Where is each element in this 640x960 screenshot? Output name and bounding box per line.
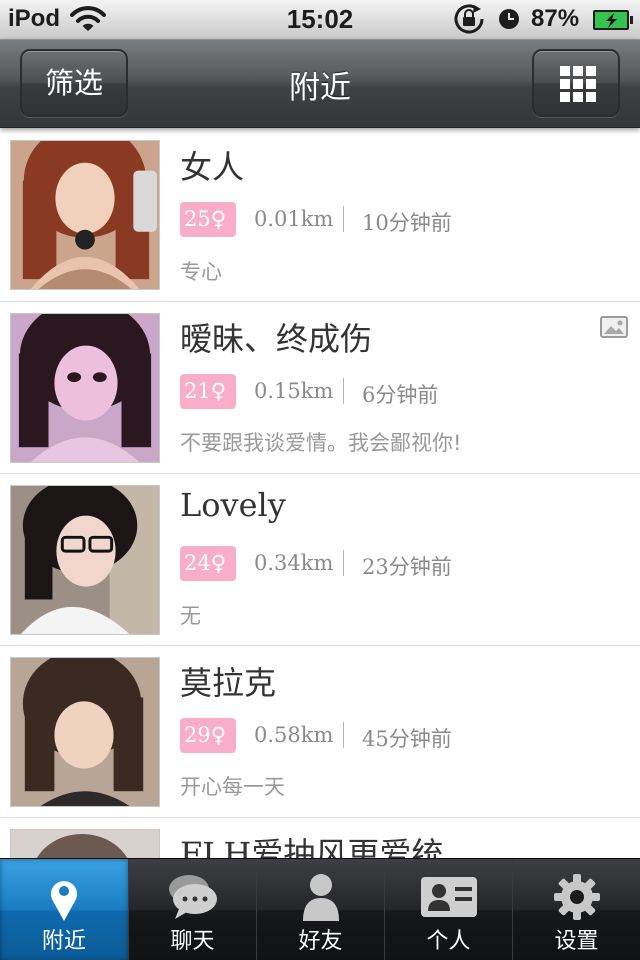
age-gender-badge: 25♀ <box>180 202 236 237</box>
signature-text: 开心每一天 <box>180 775 285 799</box>
nearby-user-list <box>0 128 640 860</box>
separator <box>343 550 344 576</box>
age-gender-badge: 24♀ <box>180 546 236 581</box>
separator <box>343 722 344 748</box>
last-active-label: 45分钟前 <box>362 727 452 751</box>
tab-profile[interactable]: 个人 <box>384 859 512 960</box>
tab-label: 好友 <box>298 929 343 954</box>
distance-label: 0.01km <box>254 207 334 231</box>
grid-view-button[interactable] <box>532 49 620 117</box>
user-name: 暧昧、终成伤 <box>180 320 373 358</box>
separator <box>343 378 344 404</box>
photo-icon <box>600 316 628 338</box>
distance-label: 0.34km <box>254 551 334 575</box>
tab-friends[interactable]: 好友 <box>256 859 384 960</box>
chat-bubbles-icon <box>169 875 217 919</box>
signature-text: 专心 <box>180 260 222 284</box>
rotation-lock-icon <box>454 4 484 34</box>
status-bar: iPod 15:02 87% <box>0 0 640 40</box>
battery-percentage: 87% <box>531 5 580 32</box>
nav-bar: 筛选 附近 <box>0 40 640 128</box>
person-icon <box>303 874 339 921</box>
profile-card-icon <box>421 877 477 917</box>
location-pin-icon <box>51 881 77 921</box>
signature-text: 无 <box>180 604 201 628</box>
last-active-label: 23分钟前 <box>362 555 452 579</box>
separator <box>343 206 344 232</box>
tab-chat[interactable]: 聊天 <box>128 859 256 960</box>
tab-label: 个人 <box>426 929 471 954</box>
tab-label: 附近 <box>41 929 86 954</box>
tab-label: 聊天 <box>170 929 215 954</box>
last-active-label: 10分钟前 <box>362 211 452 235</box>
age-gender-badge: 21♀ <box>180 374 236 409</box>
grid-icon <box>560 66 596 102</box>
avatar <box>10 829 160 860</box>
battery-charging-icon <box>593 10 633 30</box>
avatar <box>10 140 160 290</box>
avatar <box>10 485 160 635</box>
last-active-label: 6分钟前 <box>362 383 439 407</box>
age-gender-badge: 29♀ <box>180 718 236 753</box>
tab-settings[interactable]: 设置 <box>512 859 640 960</box>
user-name: Lovely <box>180 486 286 524</box>
avatar <box>10 657 160 807</box>
tab-bar: 附近 聊天 好友 个人 设置 <box>0 858 640 960</box>
tab-nearby[interactable]: 附近 <box>0 859 128 960</box>
distance-label: 0.15km <box>254 379 334 403</box>
alarm-clock-icon <box>499 9 519 29</box>
gear-icon <box>554 874 600 920</box>
tab-label: 设置 <box>554 929 599 954</box>
user-name: 女人 <box>180 148 245 186</box>
signature-text: 不要跟我谈爱情。我会鄙视你! <box>180 431 462 455</box>
avatar <box>10 313 160 463</box>
distance-label: 0.58km <box>254 723 334 747</box>
user-name: 莫拉克 <box>180 664 277 702</box>
